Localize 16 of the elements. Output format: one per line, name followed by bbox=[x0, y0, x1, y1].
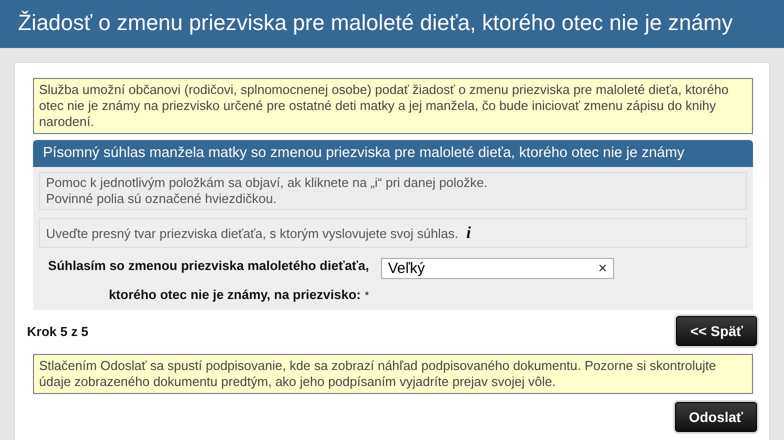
clear-button[interactable]: × bbox=[598, 260, 607, 277]
step-indicator: Krok 5 z 5 bbox=[27, 324, 88, 338]
field-label: ktorého otec nie je známy, na priezvisko: bbox=[108, 287, 361, 302]
submit-note: Stlačením Odoslať sa spustí podpisovanie, kde sa zobrazí náhľad podpisovaného dokumentu. Pozorne si skontrolujte údaje zobrazeného dokumentu predtým, ako jeho podpísaním vyjadríte prejav svojej vôle. bbox=[33, 354, 753, 394]
section-title: Písomný súhlas manžela matky so zmenou priezviska pre maloleté dieťa, ktorého otec nie je známy bbox=[33, 140, 753, 167]
surname-field[interactable]: Veľký × bbox=[381, 258, 614, 279]
window-title: Žiadosť o zmenu priezviska pre maloleté dieťa, ktorého otec nie je známy bbox=[0, 0, 784, 48]
field-label: Súhlasím so zmenou priezviska maloletého dieťaťa, bbox=[48, 258, 369, 273]
info-note: Služba umožní občanovi (rodičovi, splnomocnenej osobe) podať žiadosť o zmenu priezviska pre maloleté dieťa, ktorého otec nie je známy na priezvisko určené pre ostatné deti matky a jej manžela, čo bude iniciovať zmenu zápisu do knihy narodení. bbox=[33, 78, 753, 134]
help-text: Povinné polia sú označené hviezdičkou. bbox=[46, 191, 278, 207]
back-button[interactable]: << Späť bbox=[676, 316, 757, 346]
info-icon[interactable]: i bbox=[466, 225, 471, 241]
submit-button[interactable]: Odoslať bbox=[674, 402, 757, 432]
instruction-text: Uveďte presný tvar priezviska dieťaťa, s ktorým vyslovujete svoj súhlas. bbox=[46, 226, 458, 240]
required-mark: * bbox=[364, 290, 369, 302]
help-text: Pomoc k jednotlivým položkám sa objaví, ak kliknete na „i“ pri danej položke. bbox=[46, 175, 488, 191]
